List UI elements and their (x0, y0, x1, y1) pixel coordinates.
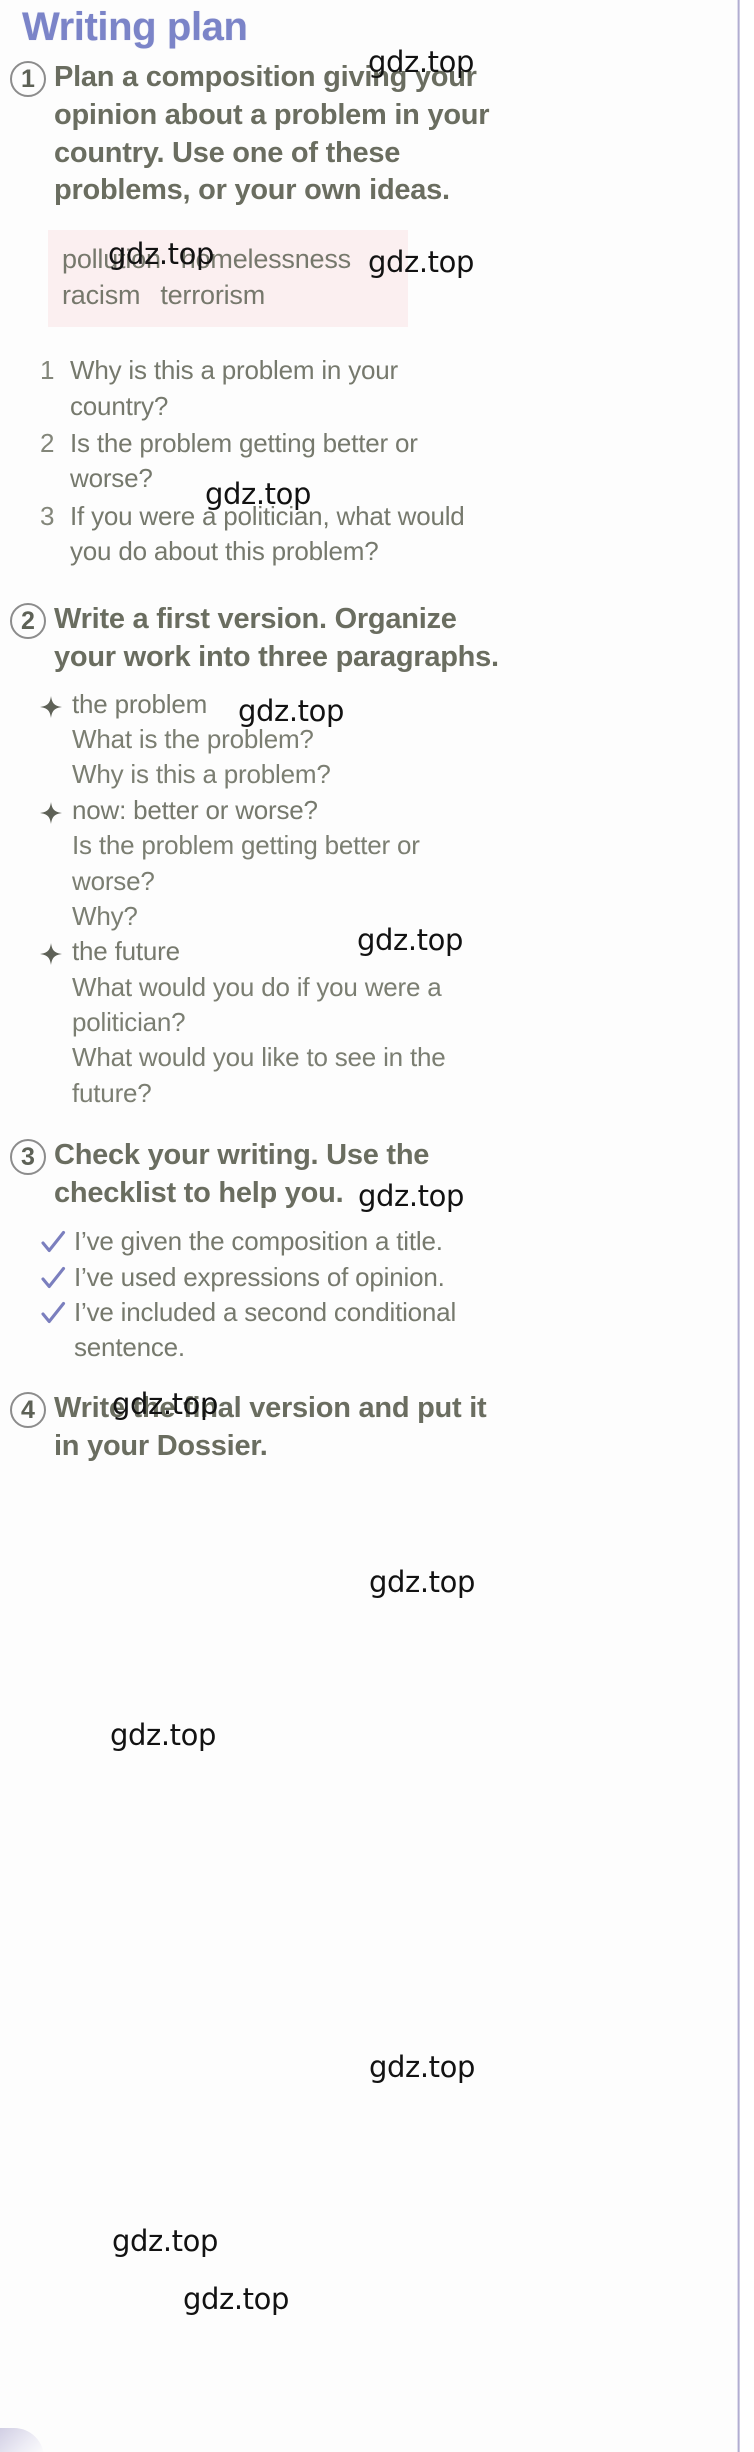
task-4-heading: Write the final version and put it in yo… (54, 1391, 487, 1462)
diamond-bullet-icon (40, 943, 72, 966)
bullet-line: Is the problem getting better or worse? (72, 830, 420, 896)
question-text: If you were a politician, what would you… (70, 500, 465, 566)
list-item-body: the future What would you do if you were… (72, 934, 737, 1111)
checklist-text: I’ve given the composition a title. (74, 1226, 443, 1257)
list-item: the future What would you do if you were… (40, 934, 737, 1111)
check-icon (40, 1230, 74, 1256)
diamond-bullet-icon (40, 695, 72, 718)
list-item-body: the problem What is the problem? Why is … (72, 687, 737, 793)
checklist-item: I’ve included a second conditional sente… (40, 1295, 737, 1366)
task-3-heading: Check your writing. Use the checklist to… (54, 1139, 430, 1209)
question-text: Is the problem getting better or worse? (70, 427, 418, 494)
page-corner-smudge (0, 2428, 44, 2452)
check-icon (40, 1266, 74, 1292)
bullet-heading: the problem (72, 688, 208, 719)
problem-word: terrorism (160, 279, 266, 310)
bullet-line: Why is this a problem? (72, 759, 331, 790)
task-2: 2 Write a first version. Organize your w… (10, 599, 737, 676)
watermark: gdz.top (369, 1565, 475, 1599)
task-2-heading: Write a first version. Organize your wor… (54, 603, 499, 674)
page-title: Writing plan (22, 5, 248, 49)
watermark: gdz.top (110, 1718, 216, 1752)
checklist: I’ve given the composition a title. I’ve… (40, 1224, 737, 1365)
watermark: gdz.top (183, 2282, 289, 2316)
list-item-body: now: better or worse? Is the problem get… (72, 793, 737, 934)
task-1: 1 Plan a composition giving your opinion… (10, 57, 737, 210)
task-3-number: 3 (10, 1139, 46, 1176)
task-1-number: 1 (10, 61, 46, 98)
problem-words-row-1: pollution homelessness (62, 242, 394, 278)
bullet-heading: now: better or worse? (72, 794, 318, 825)
question-number: 3 (40, 500, 55, 531)
checklist-item: I’ve used expressions of opinion. (40, 1260, 737, 1295)
question-text: Why is this a problem in your country? (70, 355, 398, 421)
page-margin-white (740, 0, 754, 2452)
page-content: Writing plan 1 Plan a composition giving… (0, 0, 737, 1465)
list-item: 3 If you were a politician, what would y… (40, 499, 737, 570)
task-3: 3 Check your writing. Use the checklist … (10, 1135, 737, 1212)
list-item: now: better or worse? Is the problem get… (40, 793, 737, 934)
watermark: gdz.top (112, 2224, 218, 2258)
question-number: 1 (40, 355, 55, 386)
list-item: the problem What is the problem? Why is … (40, 687, 737, 793)
task-4: 4 Write the final version and put it in … (10, 1388, 737, 1465)
bullet-line: Why? (72, 900, 138, 931)
check-icon (40, 1301, 74, 1327)
problem-word: homelessness (180, 243, 351, 274)
task-2-number: 2 (10, 603, 46, 640)
bullet-line: What would you like to see in the future… (72, 1042, 446, 1108)
diamond-bullet-icon (40, 801, 72, 824)
bullet-line: What is the problem? (72, 724, 314, 755)
checklist-text: I’ve used expressions of opinion. (74, 1261, 445, 1292)
problem-word: pollution (62, 243, 161, 274)
problem-words-box: pollution homelessness racism terrorism (48, 229, 408, 328)
list-item: 1 Why is this a problem in your country? (40, 353, 737, 424)
task-1-question-list: 1 Why is this a problem in your country?… (40, 353, 737, 569)
watermark: gdz.top (369, 2050, 475, 2084)
worksheet-page: Writing plan 1 Plan a composition giving… (0, 0, 754, 2452)
task-4-number: 4 (10, 1391, 46, 1428)
bullet-line: What would you do if you were a politici… (72, 971, 442, 1037)
list-item: 2 Is the problem getting better or worse… (40, 426, 737, 497)
problem-words-row-2: racism terrorism (62, 278, 394, 314)
problem-word: racism (62, 279, 141, 310)
paragraph-plan-list: the problem What is the problem? Why is … (40, 687, 737, 1111)
question-number: 2 (40, 427, 55, 458)
checklist-text: I’ve included a second conditional sente… (74, 1297, 457, 1363)
bullet-heading: the future (72, 936, 180, 967)
checklist-item: I’ve given the composition a title. (40, 1224, 737, 1259)
task-1-heading: Plan a composition giving your opinion a… (54, 61, 490, 207)
